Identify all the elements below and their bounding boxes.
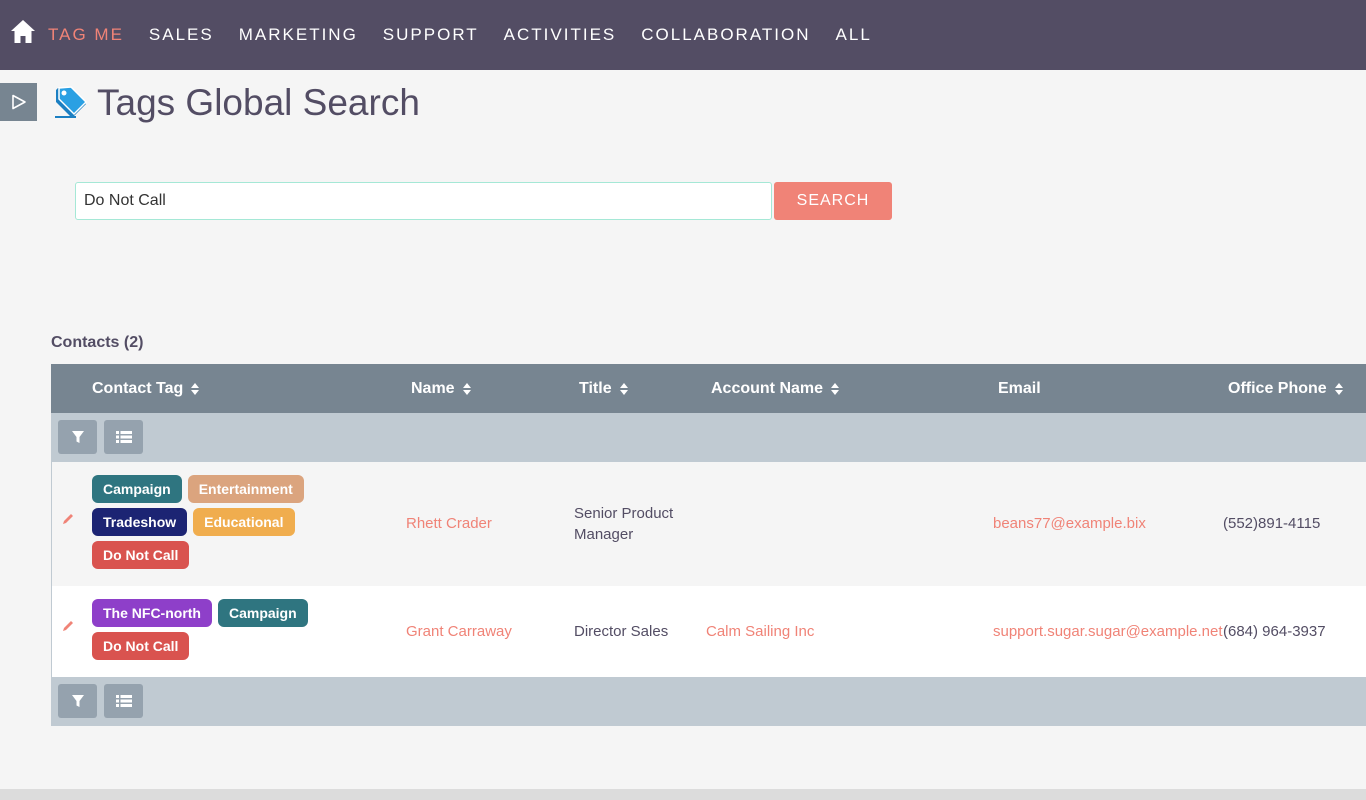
column-chooser-button[interactable] bbox=[104, 684, 143, 718]
contact-email-link[interactable]: support.sugar.sugar@example.net bbox=[993, 623, 1223, 640]
contacts-table: Contact Tag Name Title Account Name Emai… bbox=[51, 364, 1366, 726]
contact-name-link[interactable]: Rhett Crader bbox=[406, 515, 492, 532]
filter-icon bbox=[71, 431, 84, 443]
footer-bar bbox=[0, 789, 1366, 800]
column-header-title[interactable]: Title bbox=[579, 364, 629, 413]
pencil-icon[interactable] bbox=[61, 619, 75, 633]
sort-icon bbox=[619, 382, 629, 395]
tag-the-nfc-north[interactable]: The NFC-north bbox=[92, 599, 212, 627]
contact-phone: (684) 964-3937 bbox=[1223, 623, 1326, 640]
table-row: Campaign Entertainment Tradeshow Educati… bbox=[51, 462, 1366, 586]
contact-name-link[interactable]: Grant Carraway bbox=[406, 623, 512, 640]
column-chooser-button[interactable] bbox=[104, 420, 143, 454]
nav-item-support[interactable]: SUPPORT bbox=[383, 25, 479, 45]
sort-icon bbox=[462, 382, 472, 395]
search-input[interactable] bbox=[75, 182, 772, 220]
tag-do-not-call[interactable]: Do Not Call bbox=[92, 632, 190, 660]
column-label: Email bbox=[998, 379, 1041, 397]
top-nav: TAG ME SALES MARKETING SUPPORT ACTIVITIE… bbox=[0, 0, 1366, 70]
tag-do-not-call[interactable]: Do Not Call bbox=[92, 541, 190, 569]
home-icon[interactable] bbox=[10, 19, 36, 45]
tag-educational[interactable]: Educational bbox=[193, 508, 295, 536]
tag-icon bbox=[55, 86, 88, 118]
table-row: The NFC-north Campaign Do Not Call Grant… bbox=[51, 586, 1366, 677]
filter-button[interactable] bbox=[58, 684, 97, 718]
nav-item-marketing[interactable]: MARKETING bbox=[239, 25, 358, 45]
column-header-email: Email bbox=[998, 364, 1041, 413]
pencil-icon[interactable] bbox=[61, 512, 75, 526]
column-label: Name bbox=[411, 379, 455, 397]
sort-icon bbox=[191, 382, 200, 395]
sort-icon bbox=[831, 382, 840, 395]
nav-item-all[interactable]: ALL bbox=[836, 25, 872, 45]
page-title: Tags Global Search bbox=[97, 82, 420, 123]
nav-item-collaboration[interactable]: COLLABORATION bbox=[641, 25, 810, 45]
title-line: Director Sales bbox=[574, 623, 669, 640]
filter-button[interactable] bbox=[58, 420, 97, 454]
contact-title: Senior Product Manager bbox=[574, 503, 673, 545]
sort-icon bbox=[1334, 382, 1344, 395]
account-name-link[interactable]: Calm Sailing Inc bbox=[706, 623, 814, 640]
contacts-section-header: Contacts (2) bbox=[51, 334, 144, 351]
nav-item-sales[interactable]: SALES bbox=[149, 25, 214, 45]
tag-campaign[interactable]: Campaign bbox=[92, 475, 182, 503]
column-label: Title bbox=[579, 379, 612, 397]
list-icon bbox=[115, 431, 132, 443]
nav-item-activities[interactable]: ACTIVITIES bbox=[504, 25, 617, 45]
nav-menu: TAG ME SALES MARKETING SUPPORT ACTIVITIE… bbox=[48, 0, 897, 70]
list-icon bbox=[115, 695, 132, 707]
column-label: Office Phone bbox=[1228, 379, 1327, 397]
column-header-contact-tag[interactable]: Contact Tag bbox=[92, 364, 200, 413]
table-toolbar-top bbox=[51, 413, 1366, 462]
title-line: Manager bbox=[574, 526, 634, 543]
tag-tradeshow[interactable]: Tradeshow bbox=[92, 508, 188, 536]
table-toolbar-bottom bbox=[51, 677, 1366, 726]
column-header-office-phone[interactable]: Office Phone bbox=[1228, 364, 1344, 413]
play-triangle-icon bbox=[11, 94, 26, 110]
search-button[interactable]: SEARCH bbox=[774, 182, 892, 220]
column-label: Account Name bbox=[711, 379, 824, 397]
column-header-name[interactable]: Name bbox=[411, 364, 472, 413]
tag-campaign[interactable]: Campaign bbox=[217, 599, 308, 627]
tag-entertainment[interactable]: Entertainment bbox=[187, 475, 304, 503]
contact-tags: The NFC-north Campaign Do Not Call bbox=[92, 599, 332, 665]
contact-title: Director Sales bbox=[574, 621, 668, 642]
sidebar-toggle-button[interactable] bbox=[0, 83, 37, 121]
contact-email-link[interactable]: beans77@example.bix bbox=[993, 515, 1146, 532]
column-header-account-name[interactable]: Account Name bbox=[711, 364, 840, 413]
table-header: Contact Tag Name Title Account Name Emai… bbox=[51, 364, 1366, 413]
column-label: Contact Tag bbox=[92, 379, 184, 397]
title-line: Senior Product bbox=[574, 505, 674, 522]
filter-icon bbox=[71, 695, 84, 707]
contact-phone: (552)891-4115 bbox=[1223, 515, 1321, 532]
nav-item-tag-me[interactable]: TAG ME bbox=[48, 25, 124, 45]
contact-tags: Campaign Entertainment Tradeshow Educati… bbox=[92, 475, 332, 574]
